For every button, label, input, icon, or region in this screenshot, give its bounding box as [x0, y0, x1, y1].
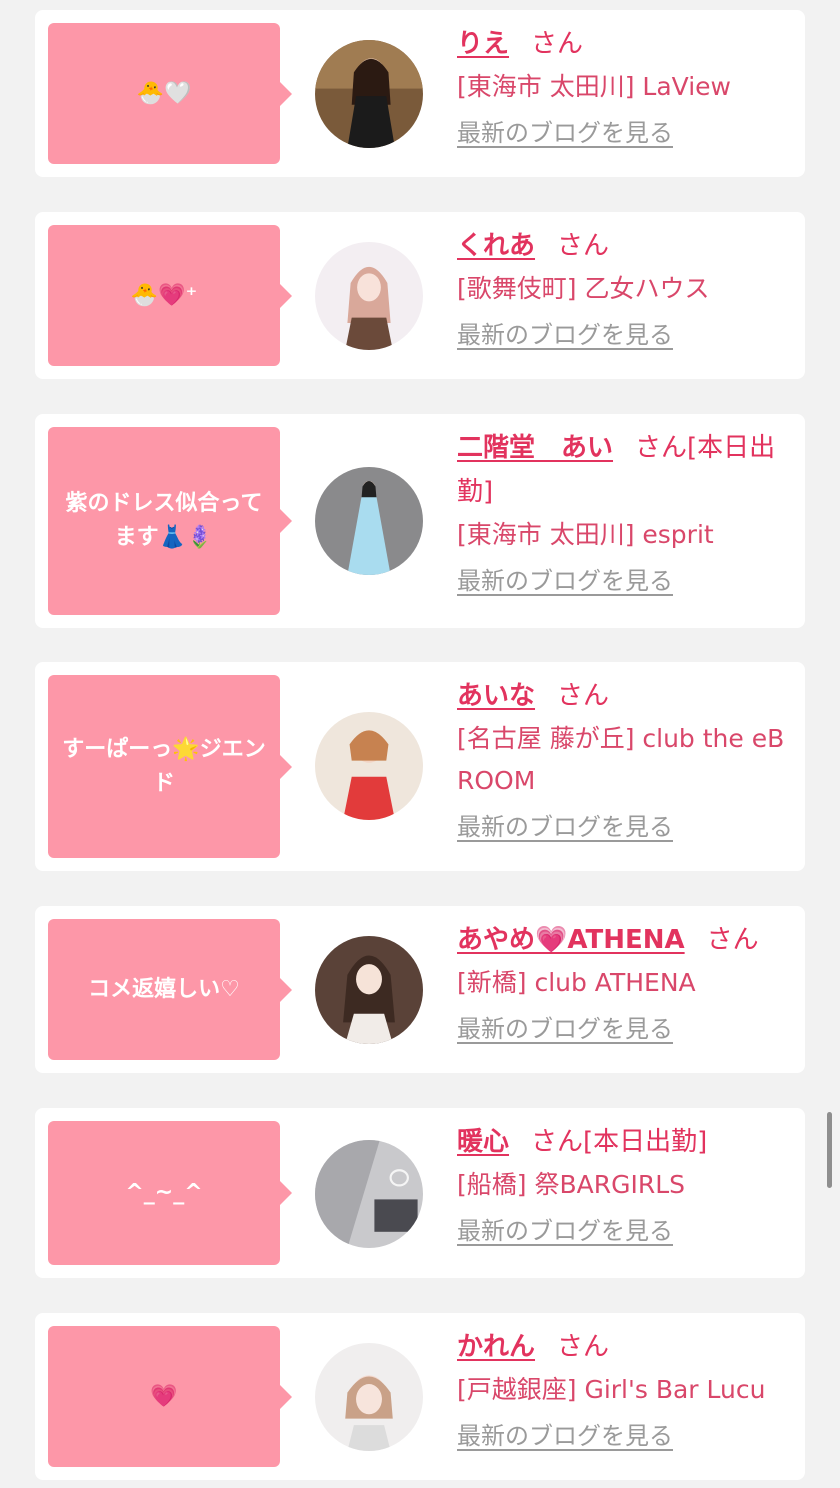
- girl-name-link[interactable]: 暖心: [457, 1127, 509, 1157]
- list-item: すーぱーっ🌟ジエンド あいな さん [名古屋 藤が丘] club the eBRO…: [35, 662, 805, 871]
- girl-name-link[interactable]: りえ: [457, 29, 509, 59]
- avatar[interactable]: [315, 242, 423, 350]
- avatar[interactable]: [315, 1343, 423, 1451]
- comment-text: 🐣🤍: [136, 80, 192, 106]
- comment-text: 🐣💗⁺: [130, 282, 198, 308]
- avatar[interactable]: [315, 467, 423, 575]
- girl-name-link[interactable]: かれん: [457, 1332, 535, 1362]
- entry-info: 暖心 さん[本日出勤] [船橋] 祭BARGIRLS 最新のブログを見る: [457, 1120, 797, 1248]
- comment-bubble: すーぱーっ🌟ジエンド: [48, 675, 292, 858]
- shop-location: [新橋] club ATHENA: [457, 968, 696, 997]
- shop-location: [東海市 太田川] esprit: [457, 520, 714, 549]
- comment-text: 💗: [150, 1383, 178, 1409]
- latest-blog-link[interactable]: 最新のブログを見る: [457, 564, 673, 598]
- shop-location: [歌舞伎町] 乙女ハウス: [457, 274, 710, 303]
- latest-blog-link[interactable]: 最新のブログを見る: [457, 1419, 673, 1453]
- shop-location: [戸越銀座] Girl's Bar Lucu: [457, 1375, 766, 1404]
- list-item: 🐣💗⁺ くれあ さん [歌舞伎町] 乙女ハウス 最新のブログを見る: [35, 212, 805, 379]
- latest-blog-link[interactable]: 最新のブログを見る: [457, 1214, 673, 1248]
- list-item: コメ返嬉しい♡ あやめ💗ATHENA さん [新橋] club ATHENA 最新…: [35, 906, 805, 1073]
- comment-bubble: ^_~_^: [48, 1121, 292, 1265]
- name-suffix: さん: [706, 925, 759, 955]
- avatar[interactable]: [315, 936, 423, 1044]
- avatar[interactable]: [315, 40, 423, 148]
- entry-info: りえ さん [東海市 太田川] LaView 最新のブログを見る: [457, 22, 797, 150]
- list-item: 紫のドレス似合ってます👗🪻 二階堂 あい さん[本日出勤] [東海市 太田川] e…: [35, 414, 805, 628]
- comment-bubble: 🐣💗⁺: [48, 225, 292, 366]
- shop-location: [船橋] 祭BARGIRLS: [457, 1170, 685, 1199]
- latest-blog-link[interactable]: 最新のブログを見る: [457, 810, 673, 844]
- comment-text: すーぱーっ🌟ジエンド: [62, 736, 266, 796]
- shop-location: [東海市 太田川] LaView: [457, 72, 731, 101]
- shop-location: [名古屋 藤が丘] club the eBROOM: [457, 724, 785, 795]
- latest-blog-link[interactable]: 最新のブログを見る: [457, 1012, 673, 1046]
- comment-text: コメ返嬉しい♡: [88, 976, 240, 1002]
- comment-bubble: 🐣🤍: [48, 23, 292, 164]
- name-suffix: さん[本日出勤]: [531, 1127, 708, 1157]
- girl-name-link[interactable]: 二階堂 あい: [457, 433, 613, 463]
- entry-info: あいな さん [名古屋 藤が丘] club the eBROOM 最新のブログを見…: [457, 674, 797, 844]
- comment-bubble: コメ返嬉しい♡: [48, 919, 292, 1060]
- comment-bubble: 紫のドレス似合ってます👗🪻: [48, 427, 292, 615]
- entry-info: かれん さん [戸越銀座] Girl's Bar Lucu 最新のブログを見る: [457, 1325, 797, 1453]
- comment-text: 紫のドレス似合ってます👗🪻: [65, 491, 263, 550]
- avatar[interactable]: [315, 1140, 423, 1248]
- list-item: 💗 かれん さん [戸越銀座] Girl's Bar Lucu 最新のブログを見る: [35, 1313, 805, 1480]
- list-item: ^_~_^ 暖心 さん[本日出勤] [船橋] 祭BARGIRLS 最新のブログを見…: [35, 1108, 805, 1278]
- name-suffix: さん: [557, 681, 610, 711]
- latest-blog-link[interactable]: 最新のブログを見る: [457, 116, 673, 150]
- latest-blog-link[interactable]: 最新のブログを見る: [457, 318, 673, 352]
- comment-bubble: 💗: [48, 1326, 292, 1467]
- name-suffix: さん: [557, 1332, 610, 1362]
- name-suffix: さん: [531, 29, 584, 59]
- name-suffix: さん: [557, 231, 610, 261]
- girl-name-link[interactable]: あいな: [457, 681, 535, 711]
- girl-name-link[interactable]: あやめ💗ATHENA: [457, 925, 685, 955]
- entry-info: 二階堂 あい さん[本日出勤] [東海市 太田川] esprit 最新のブログを見…: [457, 426, 797, 598]
- comment-text: ^_~_^: [125, 1180, 203, 1205]
- avatar[interactable]: [315, 712, 423, 820]
- entry-info: くれあ さん [歌舞伎町] 乙女ハウス 最新のブログを見る: [457, 224, 797, 352]
- entry-info: あやめ💗ATHENA さん [新橋] club ATHENA 最新のブログを見る: [457, 918, 797, 1046]
- list-item: 🐣🤍 りえ さん [東海市 太田川] LaView 最新のブログを見る: [35, 10, 805, 177]
- girl-name-link[interactable]: くれあ: [457, 231, 535, 261]
- scrollbar[interactable]: [827, 1112, 832, 1188]
